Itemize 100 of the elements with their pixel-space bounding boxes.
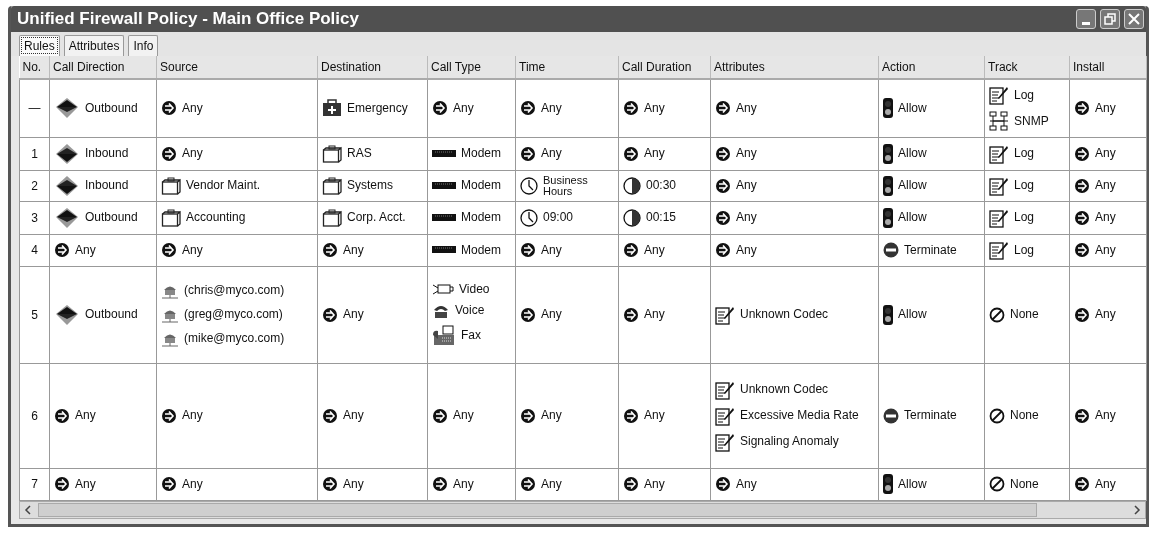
arrow-circle-icon <box>161 242 177 258</box>
row-number: 2 <box>19 170 50 201</box>
cell-text: Outbound <box>85 211 138 224</box>
arrow-circle-icon <box>1074 209 1090 226</box>
cell-text: Any <box>644 409 665 422</box>
cell-text: Outbound <box>85 101 138 115</box>
arrow-circle-icon <box>1074 476 1090 492</box>
arrow-circle-icon <box>715 177 731 194</box>
cell-text: Allow <box>898 308 927 321</box>
arrow-circle-icon <box>623 407 639 424</box>
column-header[interactable]: No. <box>19 56 50 79</box>
row-number: 5 <box>19 266 50 363</box>
column-header[interactable]: Call Duration <box>618 56 711 79</box>
cell-text: Any <box>1095 477 1116 491</box>
cell-text: Modem <box>461 243 501 257</box>
arrow-circle-icon <box>520 476 536 492</box>
traffic-light-icon <box>883 98 893 119</box>
scroll-thumb[interactable] <box>38 502 1037 517</box>
column-header[interactable]: Destination <box>317 56 428 79</box>
camera-icon <box>432 282 454 297</box>
row-number: 6 <box>19 363 50 468</box>
row-number: 3 <box>19 201 50 234</box>
cell-text: Systems <box>347 179 393 192</box>
notepad-icon <box>989 240 1009 260</box>
prohibited-icon <box>989 306 1005 323</box>
arrow-circle-icon <box>623 145 639 162</box>
cell-text: Any <box>644 243 665 257</box>
arrow-circle-icon <box>1074 177 1090 194</box>
cell-text: Any <box>644 308 665 321</box>
cell-text: Any <box>1095 308 1116 321</box>
arrow-circle-icon <box>520 306 536 323</box>
prohibited-icon <box>989 476 1005 492</box>
modem-icon <box>432 180 456 191</box>
modem-icon <box>432 245 456 255</box>
arrow-circle-icon <box>161 145 177 162</box>
cell-text: Log <box>1014 147 1035 160</box>
column-header[interactable]: Attributes <box>710 56 879 79</box>
cell-text: Any <box>75 409 96 422</box>
cell-text: Any <box>1095 409 1116 422</box>
cell-text: Emergency <box>347 101 408 115</box>
cell-text: Video <box>459 283 490 296</box>
column-header[interactable]: Track <box>984 56 1070 79</box>
column-header[interactable]: Time <box>515 56 619 79</box>
cell-text: Allow <box>898 179 927 192</box>
restore-icon <box>1104 13 1116 25</box>
box-icon <box>161 208 181 227</box>
arrow-circle-icon <box>1074 145 1090 162</box>
column-header[interactable]: Source <box>156 56 318 79</box>
box-icon <box>322 176 342 195</box>
cell-text: Modem <box>461 211 501 224</box>
tab[interactable]: Attributes <box>63 35 125 56</box>
cell-text: Inbound <box>85 147 129 160</box>
cell-text: None <box>1010 477 1039 491</box>
cell-text: 00:15 <box>646 211 677 224</box>
arrow-circle-icon <box>322 242 338 258</box>
cell-text: Any <box>541 243 562 257</box>
notepad-icon <box>989 143 1009 164</box>
cell-text: Any <box>736 147 757 160</box>
cell-text: Allow <box>898 477 927 491</box>
column-header[interactable]: Call Direction <box>49 56 157 79</box>
arrow-circle-icon <box>322 407 338 424</box>
arrow-circle-icon <box>1074 407 1090 424</box>
cell-text: Any <box>541 477 562 491</box>
tab[interactable]: Rules <box>19 35 60 56</box>
notepad-icon <box>715 304 735 325</box>
notepad-icon <box>989 175 1009 196</box>
modem-icon <box>432 212 456 223</box>
cell-text: Any <box>541 101 562 115</box>
minimize-button[interactable] <box>1076 9 1096 29</box>
column-header[interactable]: Call Type <box>427 56 516 79</box>
cell-text: 00:30 <box>646 179 677 192</box>
arrow-circle-icon <box>623 476 639 492</box>
cell-text: Any <box>644 147 665 160</box>
cell-text: Any <box>1095 147 1116 160</box>
cell-text: Any <box>453 477 474 491</box>
stop-sign-icon <box>883 407 899 424</box>
restore-button[interactable] <box>1100 9 1120 29</box>
cell-text: Any <box>182 477 203 491</box>
arrow-circle-icon <box>1074 306 1090 323</box>
cell-text: (greg@myco.com) <box>184 308 283 321</box>
cell-text: Any <box>182 409 203 422</box>
cell-text: Allow <box>898 101 927 115</box>
cell-text: Any <box>736 243 757 257</box>
cell-text: Terminate <box>904 243 957 257</box>
arrow-circle-icon <box>432 476 448 492</box>
clock-icon <box>520 176 538 195</box>
column-header[interactable]: Action <box>878 56 985 79</box>
tab[interactable]: Info <box>128 35 159 56</box>
arrow-circle-icon <box>1074 242 1090 258</box>
cell-text: Any <box>453 409 474 422</box>
cell-text: Corp. Acct. <box>347 211 406 224</box>
cell-text: Any <box>343 409 364 422</box>
close-button[interactable] <box>1124 9 1144 29</box>
cell-text: None <box>1010 409 1039 422</box>
first-aid-kit-icon <box>322 99 342 118</box>
pie-clock-icon <box>623 208 641 227</box>
arrow-circle-icon <box>520 145 536 162</box>
column-header[interactable]: Install <box>1069 56 1147 79</box>
fax-icon <box>432 324 456 347</box>
cell-text: Signaling Anomaly <box>740 435 839 448</box>
